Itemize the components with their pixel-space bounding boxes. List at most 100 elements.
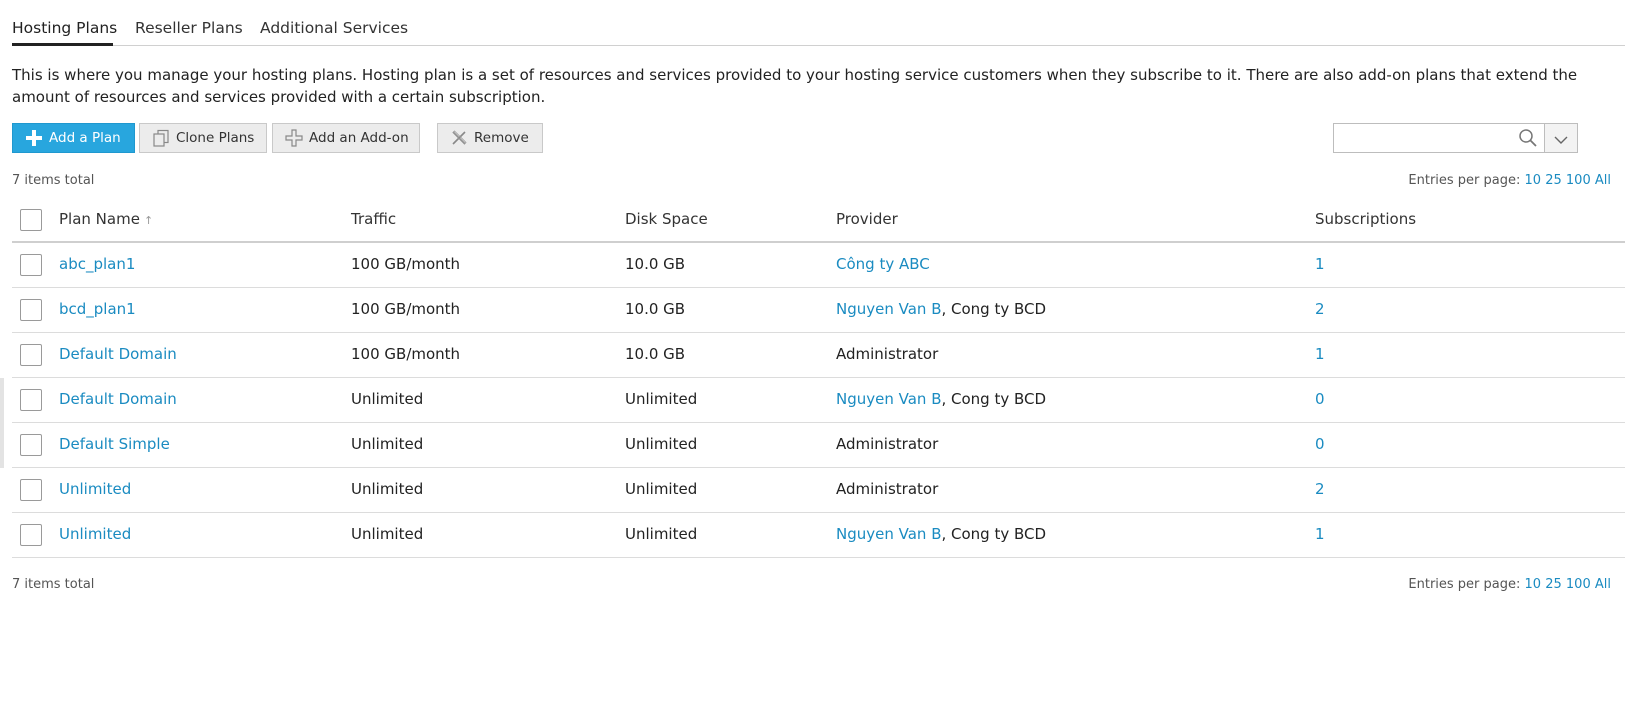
tab-bar: Hosting Plans Reseller Plans Additional … [12,0,1625,46]
row-checkbox[interactable] [20,479,42,501]
column-header-plan-name[interactable]: Plan Name ↑ [59,210,153,228]
traffic-value: Unlimited [351,525,424,543]
subscriptions-link[interactable]: 0 [1315,390,1325,408]
disk-space-value: Unlimited [625,390,698,408]
subscriptions-link[interactable]: 2 [1315,480,1325,498]
entries-label: Entries per page: [1408,173,1521,188]
page-description: This is where you manage your hosting pl… [12,66,1578,106]
left-panel-edge [0,378,4,468]
provider-text: Administrator [836,435,939,453]
column-header-traffic[interactable]: Traffic [351,210,396,228]
row-checkbox[interactable] [20,524,42,546]
select-all-checkbox[interactable] [20,209,42,231]
column-header-provider[interactable]: Provider [836,210,898,228]
plan-name-link[interactable]: Default Simple [59,435,170,453]
subscriptions-link[interactable]: 1 [1315,345,1325,363]
plans-table: Plan Name ↑ Traffic Disk Space Provider S… [12,198,1625,558]
row-checkbox[interactable] [20,254,42,276]
entries-per-page-top: Entries per page: 10 25 100 All [1408,173,1611,188]
entries-option-all[interactable]: All [1595,577,1611,592]
tab-hosting-plans[interactable]: Hosting Plans [12,19,117,37]
plan-name-link[interactable]: Unlimited [59,480,131,498]
entries-label: Entries per page: [1408,577,1521,592]
subscriptions-link[interactable]: 1 [1315,525,1325,543]
search-box [1333,123,1545,153]
search-input[interactable] [1334,124,1512,152]
plan-name-link[interactable]: Default Domain [59,390,177,408]
plan-name-link[interactable]: abc_plan1 [59,255,135,273]
column-header-disk-space[interactable]: Disk Space [625,210,708,228]
provider-text: , Cong ty BCD [941,300,1047,318]
subscriptions-link[interactable]: 2 [1315,300,1325,318]
disk-space-value: Unlimited [625,480,698,498]
provider-cell: Administrator [836,345,938,363]
provider-text: Administrator [836,345,939,363]
entries-option-10[interactable]: 10 [1525,173,1542,188]
remove-x-icon [450,129,468,147]
plan-name-link[interactable]: Default Domain [59,345,177,363]
addon-plus-icon [285,129,303,147]
entries-option-25[interactable]: 25 [1545,173,1562,188]
disk-space-value: 10.0 GB [625,345,686,363]
traffic-value: 100 GB/month [351,345,461,363]
chevron-down-icon [1554,132,1568,150]
clone-plans-button[interactable]: Clone Plans [139,123,267,153]
remove-button[interactable]: Remove [437,123,543,153]
table-row: Default Domain Unlimited Unlimited Nguye… [12,378,1625,423]
subscriptions-link[interactable]: 0 [1315,435,1325,453]
clone-icon [152,129,170,147]
disk-space-value: Unlimited [625,435,698,453]
provider-cell: Công ty ABC [836,255,930,273]
hosting-plans-page: Hosting Plans Reseller Plans Additional … [0,0,1625,717]
provider-cell: Nguyen Van B, Cong ty BCD [836,390,1046,408]
add-plan-label: Add a Plan [49,130,121,146]
row-checkbox[interactable] [20,344,42,366]
table-row: Default Domain 100 GB/month 10.0 GB Admi… [12,333,1625,378]
provider-text: Administrator [836,480,939,498]
tab-additional-services[interactable]: Additional Services [260,19,408,37]
traffic-value: Unlimited [351,390,424,408]
provider-link[interactable]: Nguyen Van B [836,300,941,318]
row-checkbox[interactable] [20,389,42,411]
table-row: bcd_plan1 100 GB/month 10.0 GB Nguyen Va… [12,288,1625,333]
entries-option-100[interactable]: 100 [1566,173,1591,188]
clone-plans-label: Clone Plans [176,130,255,146]
entries-option-10[interactable]: 10 [1525,577,1542,592]
remove-label: Remove [474,130,529,146]
disk-space-value: 10.0 GB [625,255,686,273]
provider-cell: Administrator [836,435,938,453]
row-checkbox[interactable] [20,434,42,456]
add-addon-button[interactable]: Add an Add-on [272,123,420,153]
items-total-top: 7 items total [12,173,95,188]
traffic-value: 100 GB/month [351,255,461,273]
disk-space-value: Unlimited [625,525,698,543]
provider-link[interactable]: Nguyen Van B [836,390,941,408]
entries-option-100[interactable]: 100 [1566,577,1591,592]
search-options-toggle[interactable] [1545,123,1578,153]
traffic-value: Unlimited [351,435,424,453]
table-row: Unlimited Unlimited Unlimited Administra… [12,468,1625,513]
provider-text: , Cong ty BCD [941,390,1047,408]
traffic-value: Unlimited [351,480,424,498]
provider-link[interactable]: Công ty ABC [836,255,930,273]
entries-option-all[interactable]: All [1595,173,1611,188]
column-header-subscriptions[interactable]: Subscriptions [1315,210,1416,228]
provider-link[interactable]: Nguyen Van B [836,525,941,543]
plus-icon [25,129,43,147]
provider-cell: Nguyen Van B, Cong ty BCD [836,300,1046,318]
subscriptions-link[interactable]: 1 [1315,255,1325,273]
add-plan-button[interactable]: Add a Plan [12,123,135,153]
add-addon-label: Add an Add-on [309,130,409,146]
row-checkbox[interactable] [20,299,42,321]
search-icon[interactable] [1518,128,1538,152]
plan-name-link[interactable]: bcd_plan1 [59,300,136,318]
tab-reseller-plans[interactable]: Reseller Plans [135,19,243,37]
table-header-row: Plan Name ↑ Traffic Disk Space Provider S… [12,198,1625,243]
plan-name-link[interactable]: Unlimited [59,525,131,543]
entries-option-25[interactable]: 25 [1545,577,1562,592]
active-tab-underline [12,43,113,46]
traffic-value: 100 GB/month [351,300,461,318]
provider-cell: Nguyen Van B, Cong ty BCD [836,525,1046,543]
entries-per-page-bottom: Entries per page: 10 25 100 All [1408,577,1611,592]
disk-space-value: 10.0 GB [625,300,686,318]
